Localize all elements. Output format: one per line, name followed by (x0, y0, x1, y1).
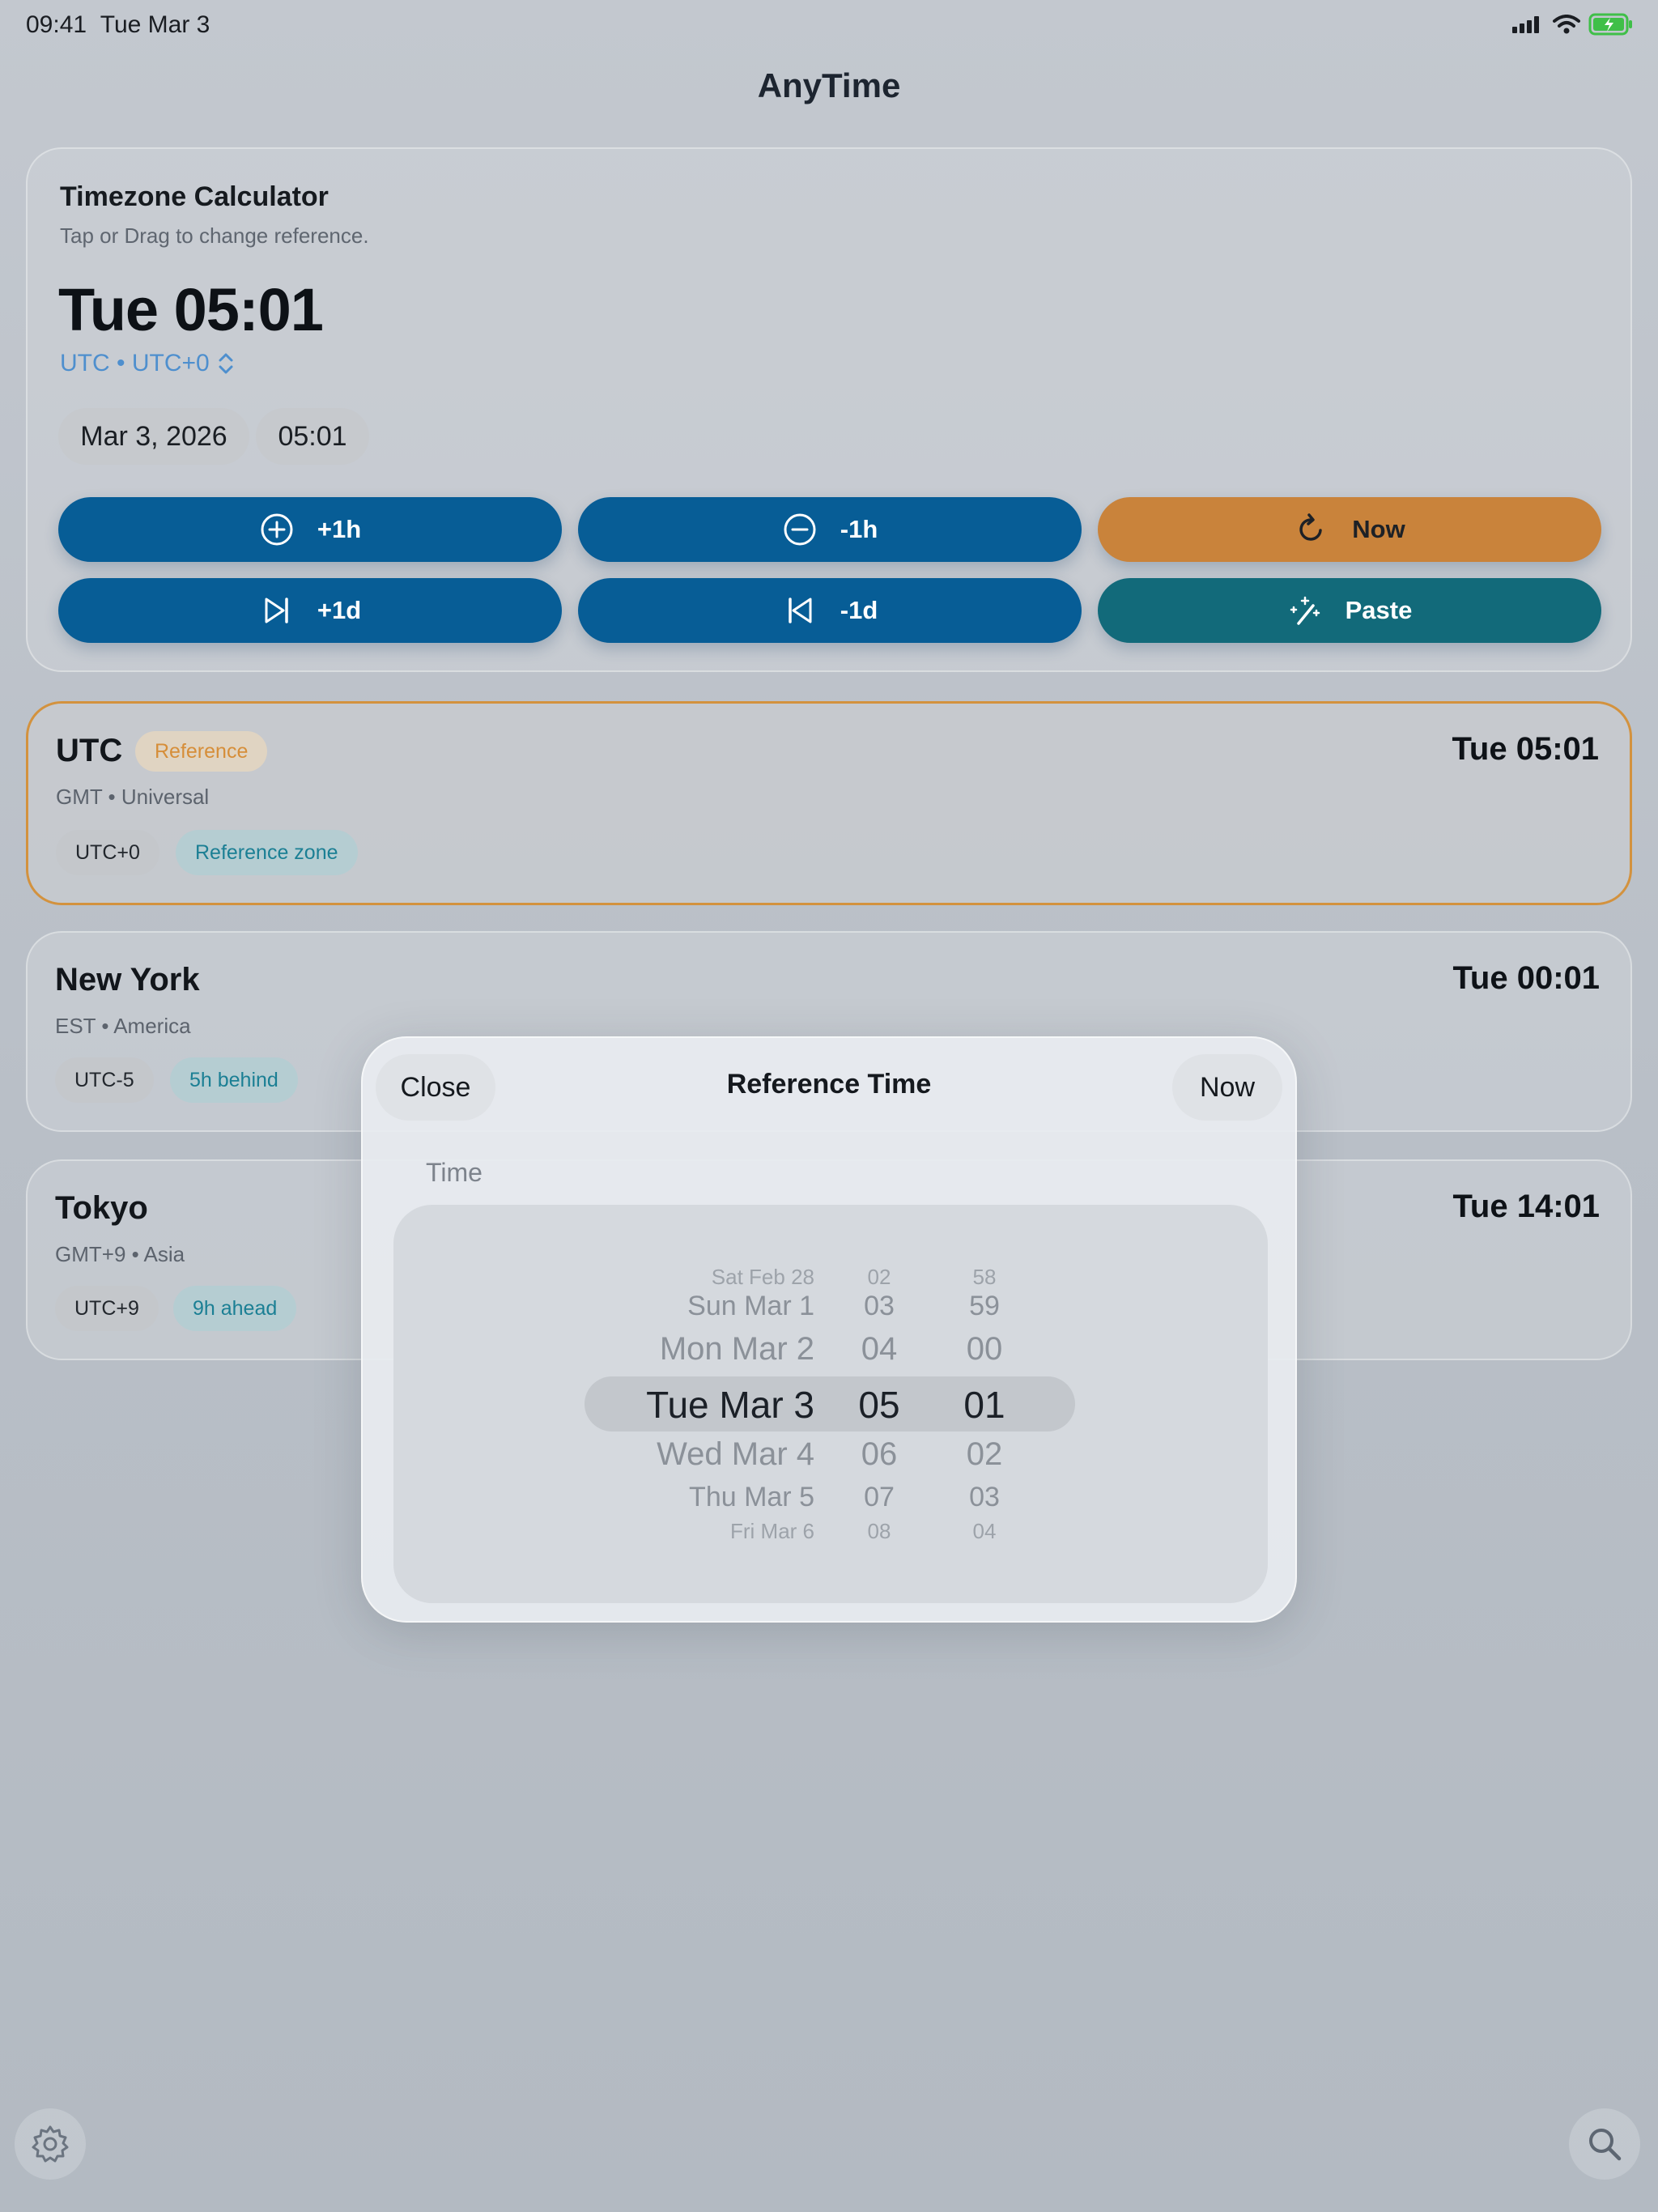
zone-subtitle: GMT • Universal (56, 785, 210, 809)
reference-time-display[interactable]: Tue 05:01 (58, 275, 324, 344)
zone-name: Tokyo (55, 1190, 148, 1226)
cellular-signal-icon (1512, 16, 1539, 33)
minus-day-button[interactable]: -1d (578, 578, 1082, 643)
magic-wand-icon (1290, 596, 1320, 625)
search-icon (1589, 2129, 1622, 2161)
refresh-icon (1299, 513, 1323, 541)
timezone-selector-label: UTC • UTC+0 (60, 350, 210, 376)
close-button[interactable]: Close (376, 1054, 495, 1121)
timezone-calculator-card: Timezone Calculator Tap or Drag to chang… (26, 147, 1632, 672)
minus-hour-button[interactable]: -1h (578, 497, 1082, 562)
plus-hour-button[interactable]: +1h (58, 497, 562, 562)
modal-now-button[interactable]: Now (1172, 1054, 1282, 1121)
reference-time-modal: Reference Time Close Now Time Sat Feb 28… (361, 1036, 1297, 1623)
wifi-icon (1553, 15, 1580, 34)
offset-chip: UTC+0 (56, 830, 159, 875)
zone-time: Tue 00:01 (1452, 960, 1600, 996)
relation-chip: Reference zone (176, 830, 358, 875)
now-button[interactable]: Now (1098, 497, 1601, 562)
zone-subtitle: GMT+9 • Asia (55, 1242, 185, 1266)
search-button[interactable] (1569, 2108, 1640, 2180)
status-bar-time: 09:41 Tue Mar 3 (26, 11, 210, 38)
plus-day-button[interactable]: +1d (58, 578, 562, 643)
modal-title: Reference Time (726, 1069, 932, 1100)
date-time-wheel-picker[interactable]: Sat Feb 28 02 58 Sun Mar 1 03 59 Mon Mar… (393, 1205, 1268, 1603)
timezone-selector[interactable]: UTC • UTC+0 (60, 350, 234, 377)
gear-icon (32, 2125, 69, 2163)
calculator-title: Timezone Calculator (60, 181, 329, 212)
offset-chip: UTC-5 (55, 1057, 154, 1103)
settings-button[interactable] (15, 2108, 86, 2180)
time-section-label: Time (426, 1158, 483, 1187)
relation-chip: 5h behind (170, 1057, 298, 1103)
calculator-subtitle: Tap or Drag to change reference. (60, 223, 369, 248)
paste-button[interactable]: Paste (1098, 578, 1601, 643)
zone-subtitle: EST • America (55, 1014, 191, 1038)
offset-chip: UTC+9 (55, 1286, 159, 1331)
skip-back-icon (789, 598, 812, 623)
date-picker-pill[interactable]: Mar 3, 2026 (58, 408, 249, 465)
zone-name: New York (55, 962, 200, 998)
plus-circle-icon (261, 513, 293, 546)
skip-forward-icon (265, 598, 288, 623)
status-bar-icons (1512, 13, 1634, 36)
minus-circle-icon (784, 513, 816, 546)
zone-card-utc[interactable]: UTC Reference GMT • Universal Tue 05:01 … (26, 701, 1632, 905)
zone-name: UTC (56, 733, 123, 768)
chevron-up-down-icon (219, 353, 233, 374)
reference-badge: Reference (135, 731, 268, 772)
relation-chip: 9h ahead (173, 1286, 297, 1331)
app-title: AnyTime (757, 66, 901, 104)
zone-time: Tue 14:01 (1452, 1189, 1600, 1224)
battery-charging-icon (1588, 13, 1632, 36)
zone-time: Tue 05:01 (1452, 731, 1599, 767)
time-picker-pill[interactable]: 05:01 (256, 408, 369, 465)
